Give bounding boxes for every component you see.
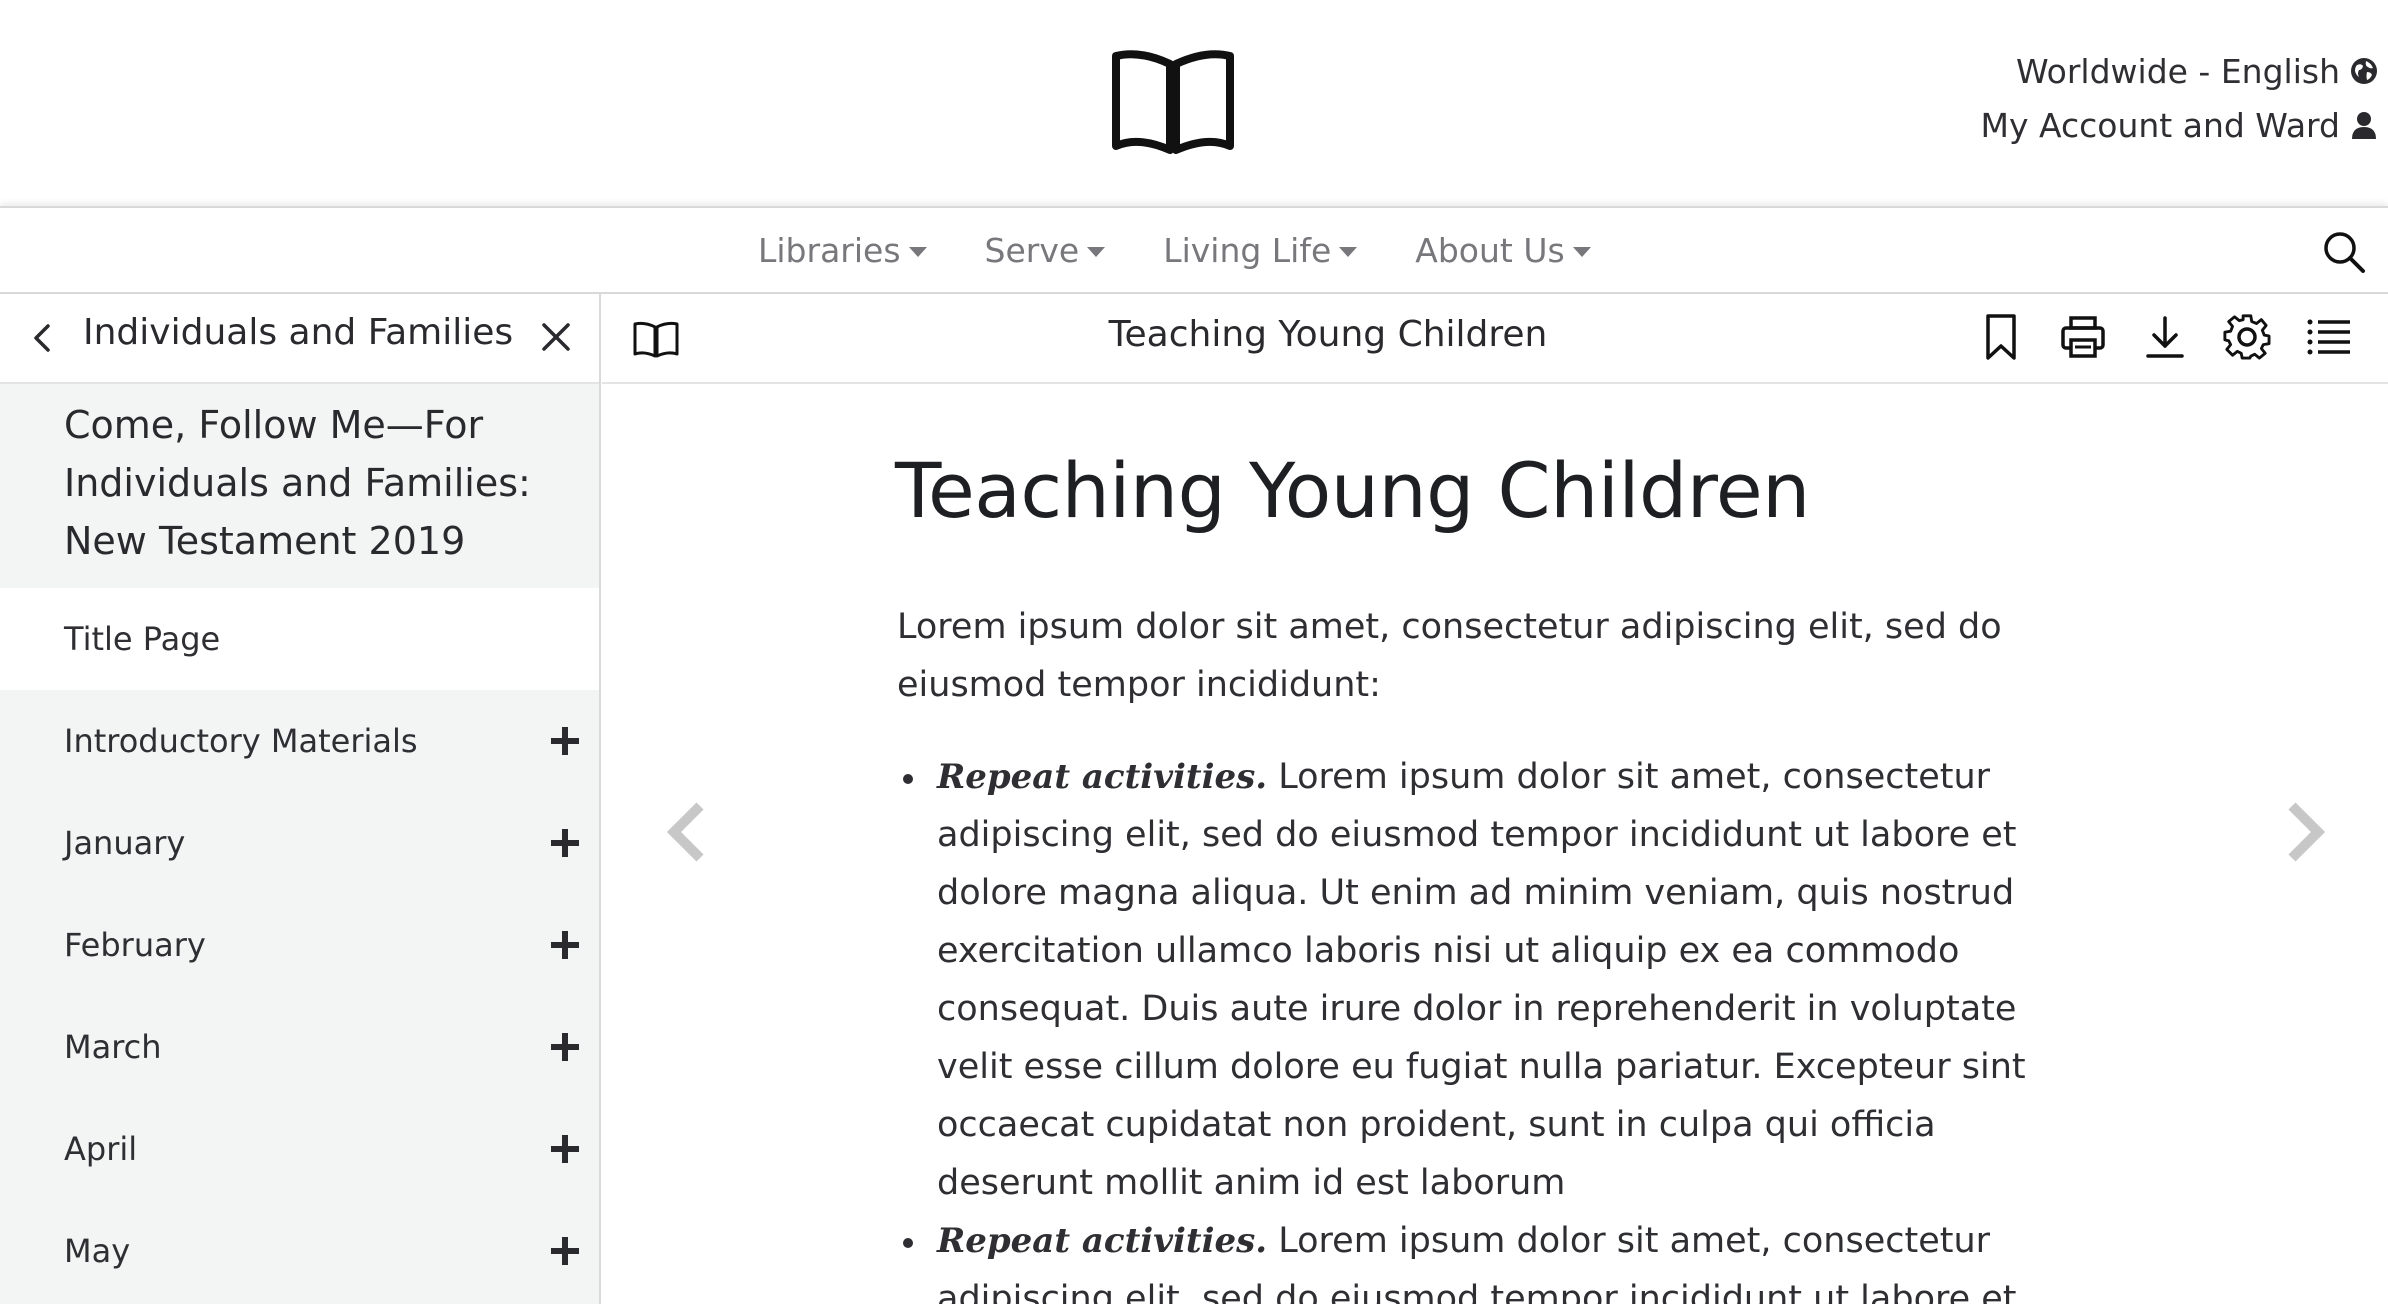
open-book-icon[interactable]: [1108, 50, 1238, 160]
print-icon[interactable]: [2058, 312, 2108, 362]
sidebar-item-label: May: [64, 1232, 131, 1270]
nav-items: Libraries Serve Living Life About Us: [758, 208, 1591, 292]
sidebar-item-introductory-materials[interactable]: Introductory Materials: [0, 690, 599, 792]
nav-label: Serve: [984, 230, 1080, 270]
chevron-left-icon[interactable]: [664, 800, 710, 864]
list-item: Repeat activities. Lorem ipsum dolor sit…: [897, 748, 2077, 1212]
caret-down-icon: [1339, 247, 1358, 257]
search-icon[interactable]: [2322, 230, 2366, 274]
main-nav: Libraries Serve Living Life About Us: [0, 206, 2388, 294]
bookmark-icon[interactable]: [1976, 312, 2026, 362]
chevron-left-icon[interactable]: [24, 318, 60, 358]
plus-icon[interactable]: [551, 931, 579, 959]
list-icon[interactable]: [2304, 312, 2354, 362]
intro-paragraph: Lorem ipsum dolor sit amet, consectetur …: [897, 607, 2002, 705]
sidebar-title: Individuals and Families: [83, 312, 514, 353]
plus-icon[interactable]: [551, 829, 579, 857]
globe-icon: [2351, 58, 2377, 84]
sidebar-item-title-page[interactable]: Title Page: [0, 588, 599, 690]
nav-label: About Us: [1415, 230, 1565, 270]
sidebar-item-label: February: [64, 926, 206, 964]
page-title: Teaching Young Children: [895, 446, 1810, 535]
toolbar-title: Teaching Young Children: [1108, 314, 1548, 355]
sidebar-header: Individuals and Families: [0, 294, 599, 384]
caret-down-icon: [908, 247, 927, 257]
download-icon[interactable]: [2140, 312, 2190, 362]
plus-icon[interactable]: [551, 1237, 579, 1265]
sidebar-item-label: March: [64, 1028, 162, 1066]
locale-selector[interactable]: Worldwide - English: [1981, 44, 2378, 98]
sidebar-item-label: Title Page: [64, 620, 221, 658]
sidebar-item-february[interactable]: February: [0, 894, 599, 996]
plus-icon[interactable]: [551, 1033, 579, 1061]
sidebar-item-january[interactable]: January: [0, 792, 599, 894]
sidebar-item-label: January: [64, 824, 186, 862]
locale-links: Worldwide - English My Account and Ward: [1981, 44, 2378, 152]
nav-label: Living Life: [1163, 230, 1332, 270]
settings-icon[interactable]: [2222, 312, 2272, 362]
bullet-lead: Repeat activities.: [937, 1221, 1268, 1261]
close-icon[interactable]: [538, 319, 574, 355]
caret-down-icon: [1087, 247, 1106, 257]
sidebar-item-may[interactable]: May: [0, 1200, 599, 1302]
chevron-right-icon[interactable]: [2282, 800, 2328, 864]
top-header: Worldwide - English My Account and Ward: [0, 0, 2388, 206]
sidebar-item-april[interactable]: April: [0, 1098, 599, 1200]
locale-label: Worldwide - English: [2015, 51, 2340, 91]
bullet-list: Repeat activities. Lorem ipsum dolor sit…: [897, 748, 2077, 1304]
nav-label: Libraries: [758, 230, 901, 270]
user-icon: [2352, 112, 2376, 139]
sidebar-item-march[interactable]: March: [0, 996, 599, 1098]
sidebar-item-label: April: [64, 1130, 138, 1168]
nav-item-about-us[interactable]: About Us: [1415, 230, 1591, 270]
account-label: My Account and Ward: [1980, 105, 2340, 145]
list-item: Repeat activities. Lorem ipsum dolor sit…: [897, 1212, 2077, 1304]
plus-icon[interactable]: [551, 1135, 579, 1163]
content-toolbar: Teaching Young Children: [602, 294, 2388, 384]
plus-icon[interactable]: [551, 727, 579, 755]
sidebar: Individuals and Families Come, Follow Me…: [0, 294, 601, 1304]
caret-down-icon: [1572, 247, 1591, 257]
account-link[interactable]: My Account and Ward: [1981, 98, 2378, 152]
toolbar-icons: [1976, 312, 2354, 362]
sidebar-item-label: Introductory Materials: [64, 722, 418, 760]
nav-item-serve[interactable]: Serve: [985, 231, 1106, 270]
sidebar-book-title: Come, Follow Me—For Individuals and Fami…: [0, 384, 599, 588]
bullet-lead: Repeat activities.: [937, 757, 1268, 797]
nav-item-living-life[interactable]: Living Life: [1163, 230, 1358, 270]
content-area: Teaching Young Children Lorem ipsum dolo…: [602, 386, 2388, 1304]
nav-item-libraries[interactable]: Libraries: [758, 231, 927, 270]
bullet-text: Lorem ipsum dolor sit amet, consectetur …: [937, 757, 2026, 1203]
